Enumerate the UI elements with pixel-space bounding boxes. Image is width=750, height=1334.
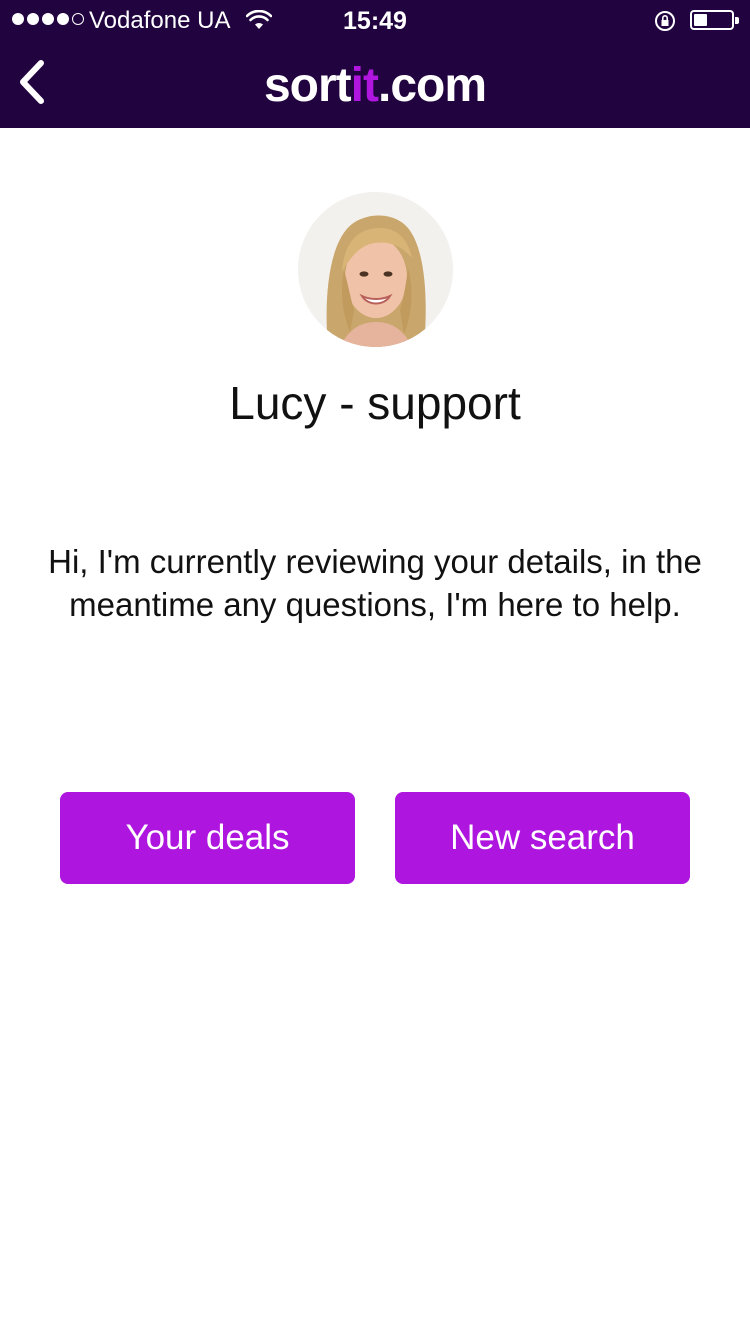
logo-accent: it: [350, 59, 379, 112]
orientation-lock-icon: [655, 11, 675, 31]
logo-part: sort: [263, 59, 352, 112]
sortit-logo: sortit.com: [0, 58, 750, 113]
avatar: [298, 192, 453, 347]
support-message: Hi, I'm currently reviewing your details…: [48, 543, 702, 623]
status-bar: Vodafone UA 15:49: [0, 0, 750, 40]
header: Vodafone UA 15:49 sortit.com: [0, 0, 750, 128]
logo-part: .com: [377, 59, 487, 112]
agent-name: Lucy - support: [229, 377, 521, 429]
new-search-button[interactable]: New search: [395, 792, 690, 884]
screen: Vodafone UA 15:49 sortit.com Lucy - supp…: [0, 0, 750, 1334]
nav-bar: sortit.com: [0, 40, 750, 128]
avatar-photo: [298, 192, 453, 347]
your-deals-button[interactable]: Your deals: [60, 792, 355, 884]
battery-icon: [690, 10, 739, 30]
battery-level: [694, 14, 707, 26]
clock: 15:49: [343, 7, 407, 35]
battery-tip: [735, 17, 739, 24]
